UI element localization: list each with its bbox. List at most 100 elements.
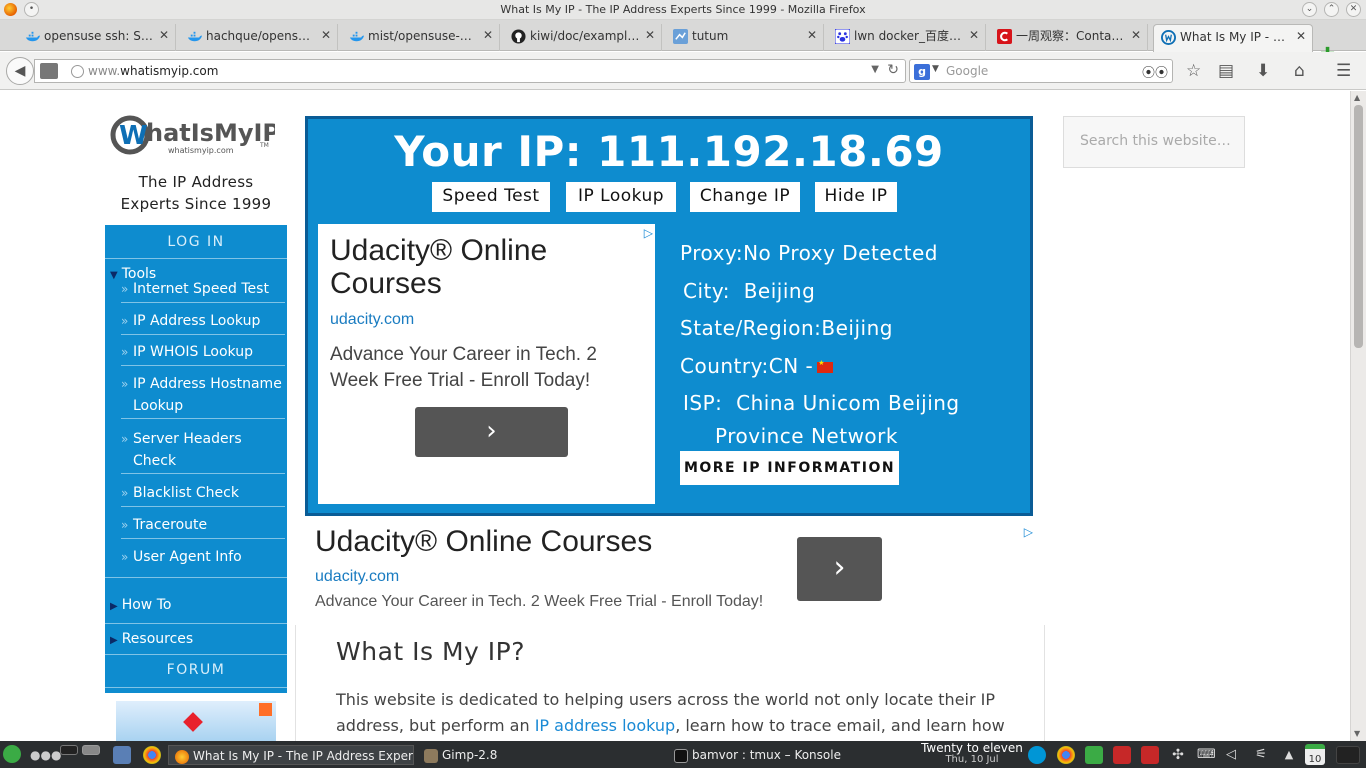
udacity-ad-card[interactable]: ▷ Udacity® Online Courses udacity.com Ad… xyxy=(318,224,655,504)
scroll-up-icon[interactable]: ▲ xyxy=(1354,93,1360,102)
ad-arrow-button[interactable]: › xyxy=(415,407,568,457)
close-tab-icon[interactable]: ✕ xyxy=(159,28,169,42)
close-tab-icon[interactable]: ✕ xyxy=(807,28,817,42)
search-input[interactable]: Google xyxy=(946,64,988,78)
ad-url[interactable]: udacity.com xyxy=(330,311,414,329)
show-desktop-icon[interactable] xyxy=(1336,746,1360,764)
sidebar-item-ip-lookup[interactable]: » IP Address Lookup xyxy=(121,310,285,335)
adchoices-icon[interactable]: ▷ xyxy=(1024,525,1033,539)
ad-arrow-button[interactable]: › xyxy=(797,537,882,601)
maximize-button[interactable]: ⌃ xyxy=(1324,2,1339,17)
tutum-icon xyxy=(673,29,688,44)
svg-text:TM: TM xyxy=(259,142,269,149)
chrome-tray-icon[interactable] xyxy=(1057,746,1075,764)
page-view-icon[interactable] xyxy=(40,63,58,79)
tab-hachque-opensuse[interactable]: hachque/opensu… ✕ xyxy=(180,24,338,51)
ad-url[interactable]: udacity.com xyxy=(315,568,399,586)
sidebar-item-hostname-lookup[interactable]: » IP Address Hostname Lookup xyxy=(121,373,285,419)
login-link[interactable]: LOG IN xyxy=(105,225,287,259)
clipboard-icon[interactable] xyxy=(1085,746,1103,764)
sidebar-section-how-to[interactable]: ▶ How To xyxy=(105,597,171,613)
volume-icon[interactable]: ◁ xyxy=(1222,746,1240,764)
close-tab-icon[interactable]: ✕ xyxy=(483,28,493,42)
desktop-pager-1[interactable] xyxy=(60,745,78,755)
google-engine-icon[interactable]: g xyxy=(914,64,930,80)
taskbar-gimp-window[interactable]: Gimp-2.8 xyxy=(424,745,497,765)
tab-kiwi-doc[interactable]: kiwi/doc/exampl… ✕ xyxy=(504,24,662,51)
tab-mist-opensuse[interactable]: mist/opensuse-1… ✕ xyxy=(342,24,500,51)
sidebar-ad-banner[interactable] xyxy=(116,701,276,741)
more-ip-information-button[interactable]: MORE IP INFORMATION xyxy=(680,451,899,485)
docker-whale-icon xyxy=(349,31,364,42)
download-arrow-icon[interactable]: ⬇ xyxy=(1256,61,1270,81)
ad-headline[interactable]: Udacity® Online Courses xyxy=(330,234,620,300)
overflow-dots-icon[interactable]: ●●● xyxy=(30,745,61,765)
search-engine-dropdown-icon[interactable]: ▼ xyxy=(932,64,939,74)
bullet-icon: » xyxy=(121,314,129,328)
adchoices-icon[interactable]: ▷ xyxy=(644,226,653,240)
close-window-button[interactable]: ✕ xyxy=(1346,2,1361,17)
taskbar-konsole-window[interactable]: bamvor : tmux – Konsole xyxy=(674,745,841,765)
ad-headline[interactable]: Udacity® Online Courses xyxy=(315,525,652,559)
close-tab-icon[interactable]: ✕ xyxy=(1296,29,1306,43)
tab-opensuse-ssh[interactable]: opensuse ssh: Se… ✕ xyxy=(18,24,176,51)
tab-label: opensuse ssh: Se… xyxy=(44,29,155,43)
close-tab-icon[interactable]: ✕ xyxy=(321,28,331,42)
keyboard-icon[interactable]: ⌨ xyxy=(1197,746,1216,764)
sidebar-item-traceroute[interactable]: » Traceroute xyxy=(121,514,285,539)
scroll-down-icon[interactable]: ▼ xyxy=(1354,729,1360,738)
taskbar-clock[interactable]: Twenty to eleven Thu, 10 Jul xyxy=(920,742,1024,766)
speed-test-button[interactable]: Speed Test xyxy=(432,182,550,212)
close-tab-icon[interactable]: ✕ xyxy=(1131,28,1141,42)
start-menu-icon[interactable] xyxy=(3,745,21,763)
reading-list-icon[interactable]: ▤ xyxy=(1218,61,1234,81)
wifi-icon[interactable]: ⚟ xyxy=(1252,746,1270,764)
scrollbar-thumb[interactable] xyxy=(1354,105,1363,348)
sidebar-item-speed-test[interactable]: » Internet Speed Test xyxy=(121,278,285,303)
flash-icon[interactable] xyxy=(1113,746,1131,764)
network-icon[interactable]: ✣ xyxy=(1169,746,1187,764)
search-bar[interactable]: g ▼ Google ⦿⦿ xyxy=(909,59,1173,83)
tab-lwn-docker-baidu[interactable]: lwn docker_百度… ✕ xyxy=(828,24,986,51)
baidu-paw-icon xyxy=(835,29,850,44)
hp-icon[interactable] xyxy=(1028,746,1046,764)
binoculars-icon[interactable]: ⦿⦿ xyxy=(1142,62,1168,81)
bookmark-star-icon[interactable]: ☆ xyxy=(1186,61,1201,81)
back-arrow-icon[interactable]: ◀ xyxy=(6,57,34,85)
hide-ip-button[interactable]: Hide IP xyxy=(815,182,897,212)
globe-icon[interactable] xyxy=(71,65,84,78)
site-search-input[interactable]: Search this website… xyxy=(1063,116,1245,168)
tray-expand-icon[interactable]: ▲ xyxy=(1280,746,1298,764)
minimize-button[interactable]: ⌄ xyxy=(1302,2,1317,17)
chrome-icon[interactable] xyxy=(143,746,161,764)
sidebar-item-whois[interactable]: » IP WHOIS Lookup xyxy=(121,341,285,366)
sidebar-item-user-agent[interactable]: » User Agent Info xyxy=(121,546,285,571)
calendar-icon[interactable]: 10 xyxy=(1305,744,1325,765)
tab-whatismyip[interactable]: What Is My IP - T… ✕ xyxy=(1153,24,1313,52)
tab-weekly-observation[interactable]: 一周观察：Conta… ✕ xyxy=(990,24,1148,51)
sidebar-item-server-headers[interactable]: » Server Headers Check xyxy=(121,428,285,474)
ad-badge-icon[interactable] xyxy=(259,703,272,716)
url-bar[interactable]: www.whatismyip.com ▼ ↻ xyxy=(34,59,906,83)
ip-lookup-button[interactable]: IP Lookup xyxy=(566,182,676,212)
change-ip-button[interactable]: Change IP xyxy=(690,182,800,212)
taskbar-firefox-window[interactable]: What Is My IP - The IP Address Experts xyxy=(168,745,414,765)
forum-link[interactable]: FORUM xyxy=(105,655,287,691)
reload-icon[interactable]: ↻ xyxy=(887,62,899,78)
menu-hamburger-icon[interactable]: ☰ xyxy=(1336,61,1351,81)
page-scrollbar[interactable]: ▲ ▼ xyxy=(1350,91,1366,741)
close-tab-icon[interactable]: ✕ xyxy=(645,28,655,42)
flash-icon-2[interactable] xyxy=(1141,746,1159,764)
url-history-dropdown-icon[interactable]: ▼ xyxy=(871,64,879,75)
close-tab-icon[interactable]: ✕ xyxy=(969,28,979,42)
desktop-pager-2[interactable] xyxy=(82,745,100,755)
url-text[interactable]: www.whatismyip.com xyxy=(88,64,218,78)
sidebar-section-resources[interactable]: ▶ Resources xyxy=(105,631,193,647)
ip-address-lookup-link[interactable]: IP address lookup xyxy=(535,716,676,735)
home-icon[interactable]: ⌂ xyxy=(1294,61,1305,81)
sidebar-item-blacklist-check[interactable]: » Blacklist Check xyxy=(121,482,285,507)
tab-tutum[interactable]: tutum ✕ xyxy=(666,24,824,51)
site-logo[interactable]: W hatIsMyIP whatismyip.com TM xyxy=(110,111,280,161)
udacity-ad-banner[interactable]: Udacity® Online Courses udacity.com Adva… xyxy=(305,521,1033,616)
file-manager-icon[interactable] xyxy=(113,746,131,764)
